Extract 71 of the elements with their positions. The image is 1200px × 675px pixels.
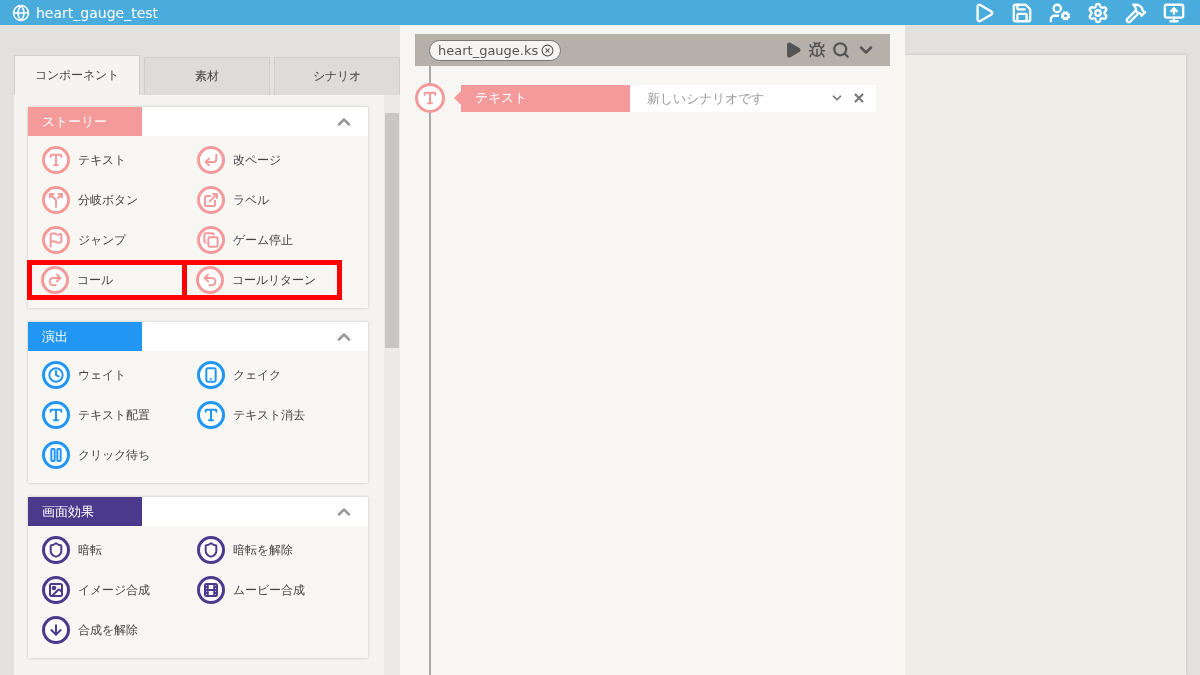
component-label: ムービー合成: [233, 581, 305, 599]
component-item[interactable]: クェイク: [183, 355, 338, 395]
component-icon: [42, 361, 70, 389]
component-label: 暗転を解除: [233, 541, 293, 559]
component-item[interactable]: ウェイト: [28, 355, 183, 395]
component-icon: [42, 616, 70, 644]
block-text-field[interactable]: 新しいシナリオです: [630, 84, 830, 112]
close-icon[interactable]: [852, 91, 866, 105]
component-label: コール: [77, 271, 113, 289]
component-label: ジャンプ: [78, 231, 126, 249]
close-icon[interactable]: [541, 43, 555, 57]
component-icon: [42, 401, 70, 429]
component-label: ゲーム停止: [233, 231, 293, 249]
component-icon: [42, 186, 70, 214]
play-icon[interactable]: [784, 41, 802, 59]
component-item[interactable]: クリック待ち: [28, 435, 183, 475]
component-label: 合成を解除: [78, 621, 138, 639]
component-item[interactable]: 分岐ボタン: [28, 180, 183, 220]
scrollbar[interactable]: [384, 95, 400, 675]
component-item[interactable]: イメージ合成: [28, 570, 183, 610]
component-item[interactable]: ムービー合成: [183, 570, 338, 610]
component-icon: [196, 266, 224, 294]
section-title: ストーリー: [28, 107, 142, 136]
component-item[interactable]: テキスト配置: [28, 395, 183, 435]
component-icon: [197, 401, 225, 429]
component-icon: [197, 576, 225, 604]
panel-tab[interactable]: 素材: [144, 57, 270, 95]
component-label: ウェイト: [78, 366, 126, 384]
component-item[interactable]: 暗転を解除: [183, 530, 338, 570]
component-icon: [197, 186, 225, 214]
component-icon: [197, 226, 225, 254]
component-item[interactable]: 合成を解除: [28, 610, 183, 650]
component-label: テキスト配置: [78, 406, 150, 424]
component-icon: [197, 536, 225, 564]
text-node-icon: [415, 83, 445, 113]
block-label: テキスト: [461, 84, 630, 112]
component-item[interactable]: テキスト消去: [183, 395, 338, 435]
component-label: コールリターン: [232, 271, 316, 289]
app-logo-icon: [12, 3, 30, 22]
component-label: テキスト: [78, 151, 126, 169]
search-icon[interactable]: [832, 41, 850, 59]
component-icon: [41, 266, 69, 294]
panel-tab[interactable]: コンポーネント: [14, 55, 140, 95]
file-name: heart_gauge.ks: [438, 42, 539, 58]
component-icon: [42, 536, 70, 564]
component-icon: [42, 226, 70, 254]
section-title: 画面効果: [28, 497, 142, 526]
component-item[interactable]: ジャンプ: [28, 220, 183, 260]
component-label: 暗転: [78, 541, 102, 559]
component-label: クリック待ち: [78, 446, 150, 464]
panel-tab[interactable]: シナリオ: [274, 57, 400, 95]
component-item[interactable]: 暗転: [28, 530, 183, 570]
component-icon: [42, 146, 70, 174]
window-title: heart_gauge_test: [36, 4, 160, 21]
bug-icon[interactable]: [808, 41, 826, 59]
component-label: 改ページ: [233, 151, 281, 169]
component-icon: [197, 361, 225, 389]
component-item[interactable]: ゲーム停止: [183, 220, 338, 260]
file-tab[interactable]: heart_gauge.ks: [429, 39, 562, 61]
component-label: ラベル: [233, 191, 269, 209]
component-item[interactable]: ラベル: [183, 180, 338, 220]
component-label: 分岐ボタン: [78, 191, 138, 209]
component-icon: [42, 576, 70, 604]
component-label: クェイク: [233, 366, 281, 384]
section-title: 演出: [28, 322, 142, 351]
component-label: イメージ合成: [78, 581, 150, 599]
component-icon: [42, 441, 70, 469]
component-label: テキスト消去: [233, 406, 305, 424]
component-icon: [197, 146, 225, 174]
component-item[interactable]: 改ページ: [183, 140, 338, 180]
component-item[interactable]: テキスト: [28, 140, 183, 180]
